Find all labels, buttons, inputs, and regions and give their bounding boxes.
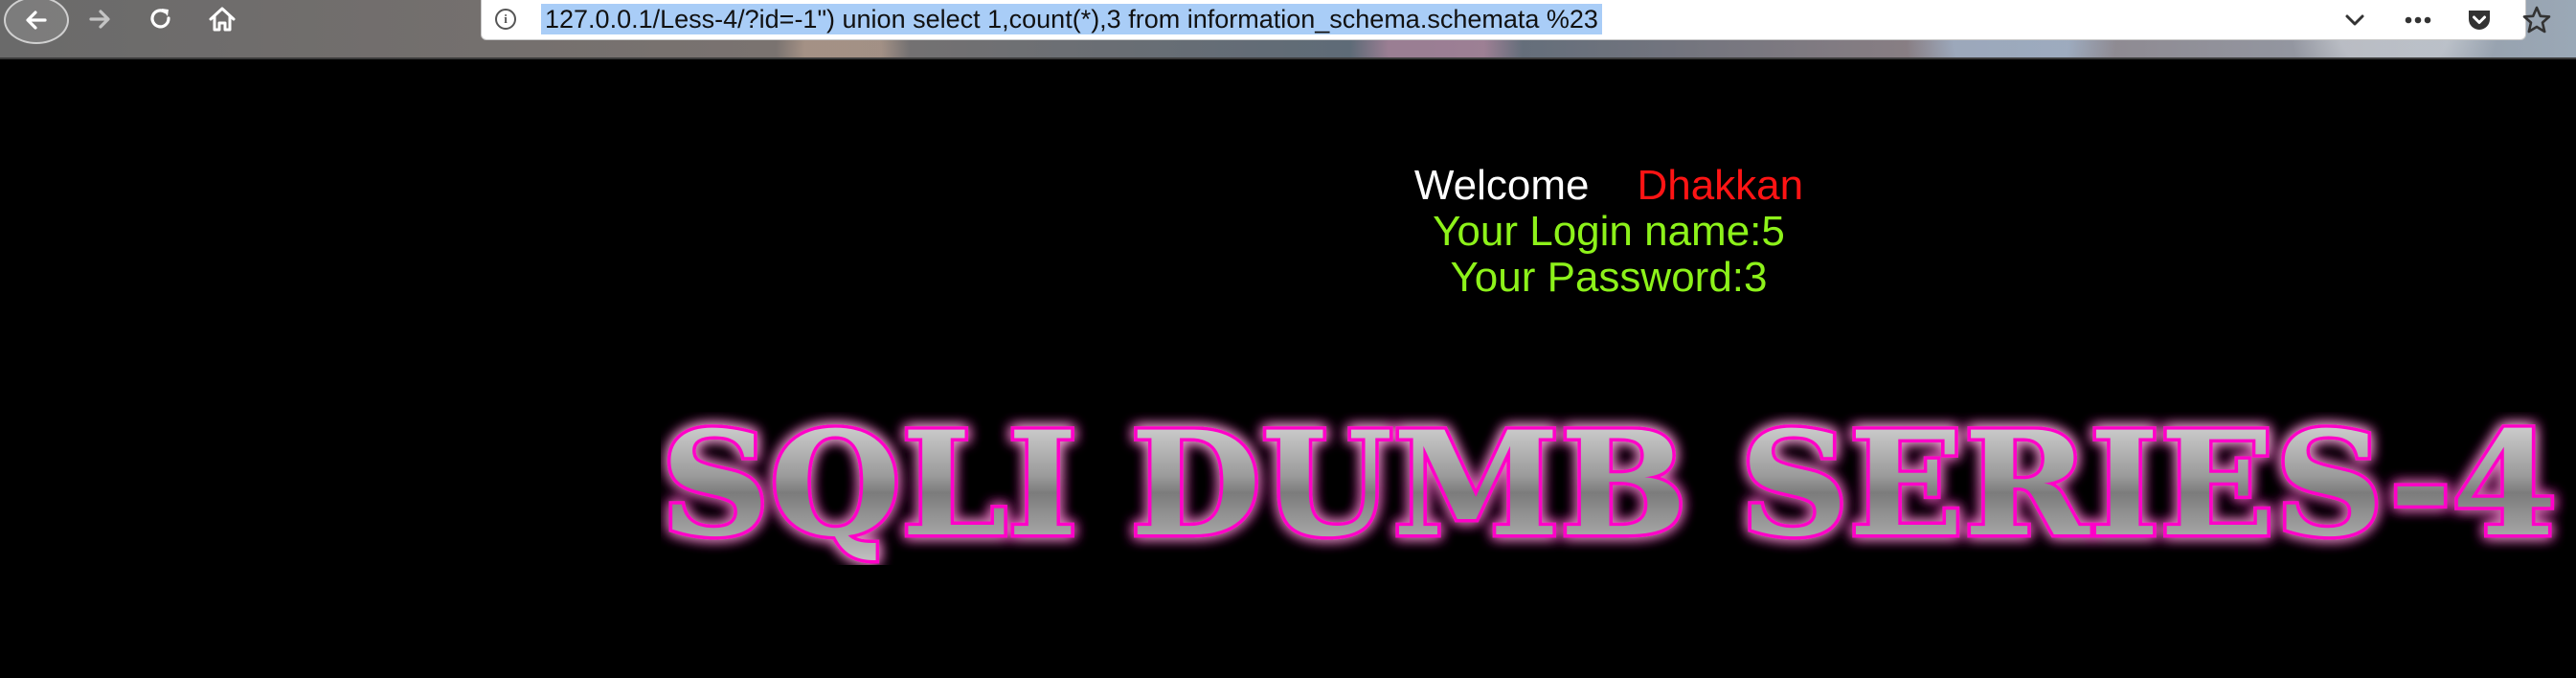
reload-icon [150, 9, 170, 29]
url-dropdown-button[interactable] [2336, 4, 2374, 36]
forward-button[interactable] [79, 0, 121, 38]
page-actions-button[interactable] [2399, 4, 2437, 36]
banner-title: SQLI DUMB SERIES-4 [661, 412, 2557, 565]
welcome-name: Dhakkan [1637, 162, 1804, 209]
url-bar[interactable]: i 127.0.0.1/Less-4/?id=-1") union select… [481, 0, 2551, 40]
bookmark-button[interactable] [2518, 4, 2556, 36]
pocket-button[interactable] [2460, 4, 2498, 36]
arrow-left-icon [26, 11, 47, 30]
info-icon[interactable]: i [495, 9, 516, 30]
url-input[interactable]: 127.0.0.1/Less-4/?id=-1") union select 1… [541, 4, 1602, 34]
browser-toolbar: i 127.0.0.1/Less-4/?id=-1") union select… [0, 0, 2576, 59]
series-banner: SQLI DUMB SERIES-4 [661, 412, 2561, 565]
star-icon [2522, 6, 2551, 34]
pocket-icon [2469, 11, 2490, 30]
welcome-text: Welcome [1413, 162, 1590, 209]
home-button[interactable] [201, 0, 243, 38]
password-line: Your Password:3 [1450, 254, 1768, 301]
login-result: Welcome Dhakkan Your Login name:5 Your Pa… [1264, 163, 1954, 301]
welcome-line: Welcome Dhakkan [1264, 163, 1954, 209]
home-icon [209, 7, 236, 32]
chevron-down-icon [2345, 14, 2364, 26]
more-dots-icon [2405, 16, 2431, 24]
reload-button[interactable] [140, 0, 182, 38]
arrow-right-icon [89, 10, 110, 29]
login-name-line: Your Login name:5 [1433, 208, 1785, 255]
